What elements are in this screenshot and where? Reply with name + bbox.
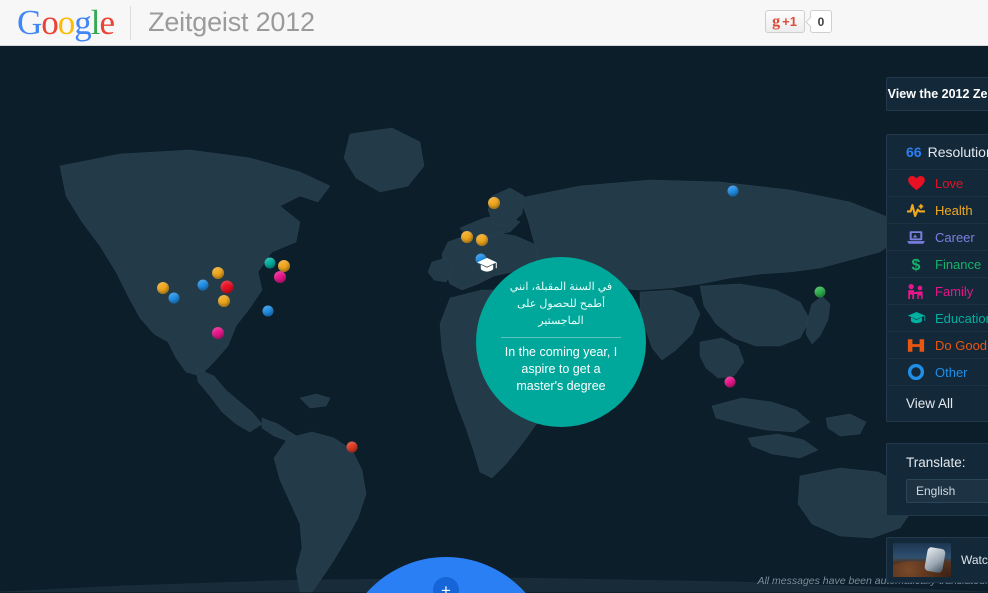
category-label: Career bbox=[935, 229, 975, 245]
graduation-cap-icon bbox=[906, 311, 926, 325]
resolutions-panel: 66 Resolutions Love Health Career $ Finance F… bbox=[886, 134, 988, 422]
plusone-widget: g +1 0 bbox=[765, 10, 832, 33]
map-dot[interactable] bbox=[197, 279, 209, 291]
category-row-family[interactable]: Family bbox=[887, 278, 988, 305]
resolution-translated-text: In the coming year, I aspire to get a ma… bbox=[504, 345, 618, 393]
sidebar: View the 2012 Zeitgeist 66 Resolutions L… bbox=[880, 46, 988, 593]
map-dot[interactable] bbox=[218, 295, 230, 307]
helping-hands-icon bbox=[906, 338, 926, 353]
family-icon bbox=[906, 283, 926, 299]
plusone-label: +1 bbox=[782, 13, 797, 29]
translate-panel: Translate: English bbox=[886, 443, 988, 516]
world-map[interactable]: في السنة المقبلة، انني أطمح للحصول على ا… bbox=[0, 46, 988, 593]
circle-icon bbox=[906, 364, 926, 380]
watch-video-label: Watch the video bbox=[961, 553, 988, 567]
map-dot[interactable] bbox=[220, 280, 234, 294]
map-dot[interactable] bbox=[212, 327, 224, 339]
map-dot[interactable] bbox=[814, 286, 826, 298]
category-label: Education bbox=[935, 310, 988, 326]
map-dot[interactable] bbox=[274, 271, 286, 283]
bubble-divider bbox=[501, 337, 621, 339]
category-row-other[interactable]: Other bbox=[887, 359, 988, 386]
map-dot[interactable] bbox=[461, 231, 473, 243]
map-dot[interactable] bbox=[212, 267, 224, 279]
category-label: Health bbox=[935, 202, 973, 218]
map-dot[interactable] bbox=[262, 305, 274, 317]
category-label: Love bbox=[935, 175, 964, 191]
page-header: Google Zeitgeist 2012 g +1 0 bbox=[0, 0, 988, 46]
category-row-do-good[interactable]: Do Good bbox=[887, 332, 988, 359]
map-dot[interactable] bbox=[264, 257, 276, 269]
map-dot[interactable] bbox=[168, 292, 180, 304]
map-dot[interactable] bbox=[346, 441, 358, 453]
category-label: Do Good bbox=[935, 337, 988, 353]
category-row-health[interactable]: Health bbox=[887, 197, 988, 224]
video-thumbnail[interactable] bbox=[893, 543, 951, 577]
zeitgeist-page: Google Zeitgeist 2012 g +1 0 في السنة ال… bbox=[0, 0, 988, 593]
map-dot[interactable] bbox=[724, 376, 736, 388]
watch-video-panel[interactable]: Watch the video bbox=[886, 537, 988, 583]
category-row-finance[interactable]: $ Finance bbox=[887, 251, 988, 278]
category-row-career[interactable]: Career bbox=[887, 224, 988, 251]
category-row-love[interactable]: Love bbox=[887, 170, 988, 197]
page-title: Zeitgeist 2012 bbox=[148, 7, 315, 37]
map-dot[interactable] bbox=[727, 185, 739, 197]
plusone-count[interactable]: 0 bbox=[810, 10, 832, 33]
category-label: Finance bbox=[935, 256, 982, 272]
view-all-button[interactable]: View All bbox=[887, 386, 988, 421]
google-logo[interactable]: Google bbox=[17, 5, 115, 40]
map-dot[interactable] bbox=[488, 197, 500, 209]
heartbeat-icon bbox=[906, 203, 926, 218]
category-label: Family bbox=[935, 283, 974, 299]
resolution-bubble[interactable]: في السنة المقبلة، انني أطمح للحصول على ا… bbox=[476, 257, 646, 427]
resolutions-count-row: 66 Resolutions bbox=[887, 135, 988, 170]
resolutions-count: 66 bbox=[906, 144, 922, 160]
laptop-icon bbox=[906, 230, 926, 245]
resolutions-count-label: Resolutions bbox=[927, 144, 988, 160]
map-dot[interactable] bbox=[476, 234, 488, 246]
resolution-original-text: في السنة المقبلة، انني أطمح للحصول على ا… bbox=[509, 281, 613, 328]
map-dot[interactable] bbox=[157, 282, 169, 294]
view-zeitgeist-panel: View the 2012 Zeitgeist bbox=[886, 77, 988, 111]
google-plus-icon: g bbox=[772, 12, 781, 30]
translate-select[interactable]: English bbox=[906, 479, 988, 503]
svg-text:$: $ bbox=[912, 256, 921, 273]
header-divider bbox=[130, 5, 132, 40]
dollar-icon: $ bbox=[906, 256, 926, 273]
plus-icon: + bbox=[433, 577, 459, 593]
heart-icon bbox=[906, 175, 926, 191]
plusone-button[interactable]: g +1 bbox=[765, 10, 805, 33]
category-list: Love Health Career $ Finance Family Education D… bbox=[887, 170, 988, 386]
view-zeitgeist-button[interactable]: View the 2012 Zeitgeist bbox=[887, 78, 988, 110]
category-row-education[interactable]: Education bbox=[887, 305, 988, 332]
category-label: Other bbox=[935, 364, 968, 380]
translate-label: Translate: bbox=[906, 455, 966, 470]
